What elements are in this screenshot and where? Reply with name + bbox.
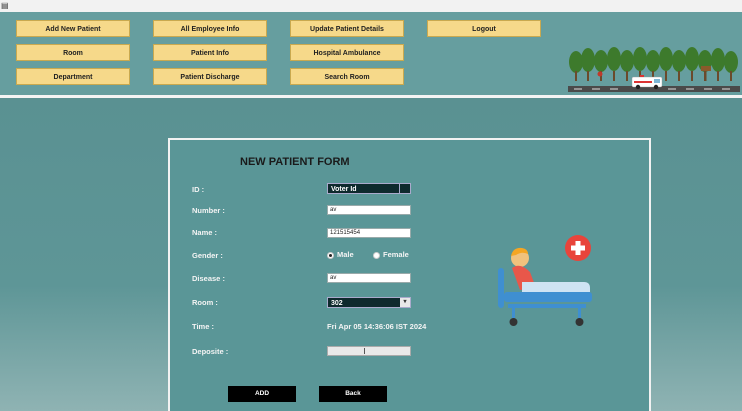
patient-info-button[interactable]: Patient Info [153,44,267,61]
radio-unchecked-icon [373,251,380,259]
deposite-label: Deposite : [192,347,229,356]
back-button[interactable]: Back [319,386,387,402]
name-field[interactable]: 121515454 [327,228,411,238]
patient-bed-icon [498,235,592,326]
number-label: Number : [192,206,225,215]
ambulance-trees-banner [568,47,740,92]
update-patient-details-button[interactable]: Update Patient Details [290,20,404,37]
department-button[interactable]: Department [16,68,130,85]
all-employee-info-button[interactable]: All Employee Info [153,20,267,37]
id-label: ID : [192,185,205,194]
slider-thumb[interactable] [364,348,365,354]
search-room-button[interactable]: Search Room [290,68,404,85]
chevron-down-icon [399,184,410,193]
chevron-down-icon: ▾ [400,298,410,307]
disease-label: Disease : [192,274,225,283]
id-type-value: Voter Id [331,186,357,193]
time-value: Fri Apr 05 14:36:06 IST 2024 [327,322,427,331]
radio-checked-icon [327,251,334,259]
gender-female-label: Female [383,250,409,259]
room-select-value: 302 [331,300,343,307]
patient-discharge-button[interactable]: Patient Discharge [153,68,267,85]
add-new-patient-button[interactable]: Add New Patient [16,20,130,37]
java-app-icon: ▤ [1,1,9,10]
disease-field[interactable]: av [327,273,411,283]
gender-female-radio[interactable]: Female [373,250,409,259]
add-button[interactable]: ADD [228,386,296,402]
gender-male-radio[interactable]: Male [327,250,354,259]
gender-male-label: Male [337,250,354,259]
deposite-slider[interactable] [327,346,411,356]
room-button[interactable]: Room [16,44,130,61]
room-label: Room : [192,298,218,307]
room-select[interactable]: 302 ▾ [327,297,411,308]
logout-button[interactable]: Logout [427,20,541,37]
time-label: Time : [192,322,214,331]
number-field[interactable]: av [327,205,411,215]
gender-label: Gender : [192,251,223,260]
id-type-select[interactable]: Voter Id [327,183,411,194]
form-title: NEW PATIENT FORM [240,156,350,168]
new-patient-form-panel: NEW PATIENT FORM ID : Voter Id Number : … [168,138,651,411]
hospital-ambulance-button[interactable]: Hospital Ambulance [290,44,404,61]
name-label: Name : [192,228,218,237]
